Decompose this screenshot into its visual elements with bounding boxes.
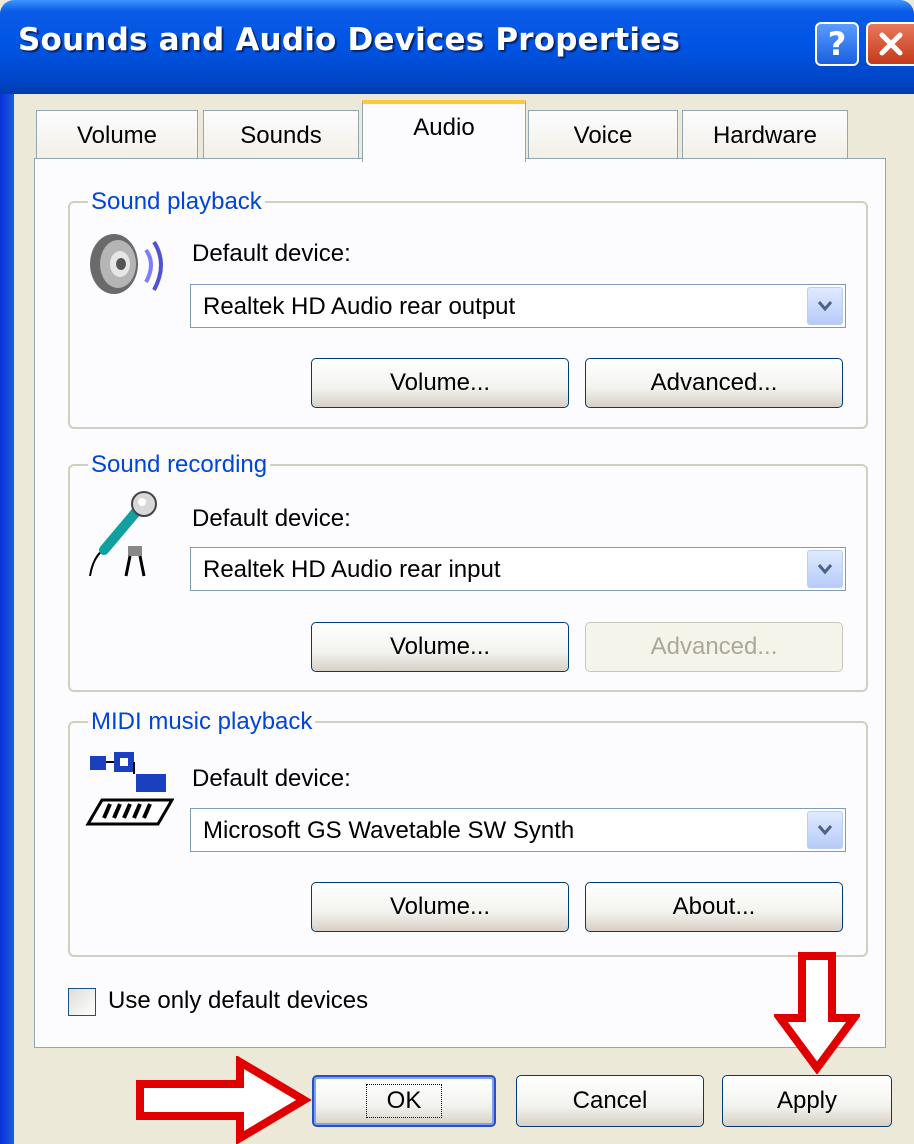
red-arrow-right-icon [136,1056,312,1144]
window-frame-left [0,94,14,1144]
playback-device-value: Realtek HD Audio rear output [203,293,516,320]
chevron-down-icon[interactable] [807,550,843,588]
recording-device-value: Realtek HD Audio rear input [203,556,501,583]
playback-device-label: Default device: [192,240,351,267]
chevron-down-icon[interactable] [807,287,843,325]
close-button[interactable] [866,22,914,66]
recording-advanced-button: Advanced... [585,622,843,672]
tab-sounds[interactable]: Sounds [203,110,359,160]
ok-button-label: OK [365,1084,443,1118]
playback-volume-button[interactable]: Volume... [311,358,569,408]
use-default-devices-label[interactable]: Use only default devices [108,987,368,1015]
midi-volume-button[interactable]: Volume... [311,882,569,932]
apply-button[interactable]: Apply [722,1075,892,1127]
sound-playback-legend: Sound playback [88,188,265,216]
tab-audio[interactable]: Audio [362,100,526,162]
midi-device-value: Microsoft GS Wavetable SW Synth [203,817,575,844]
microphone-icon [89,491,157,577]
window-title: Sounds and Audio Devices Properties [18,22,681,58]
playback-device-select[interactable]: Realtek HD Audio rear output [190,284,846,328]
title-bar: Sounds and Audio Devices Properties ? [0,0,914,94]
use-default-devices-checkbox[interactable] [68,988,96,1016]
tab-hardware[interactable]: Hardware [682,110,848,160]
midi-device-select[interactable]: Microsoft GS Wavetable SW Synth [190,808,846,852]
tab-voice[interactable]: Voice [528,110,678,160]
tab-volume[interactable]: Volume [36,110,198,160]
red-arrow-down-icon [774,952,860,1074]
speaker-icon [90,234,163,294]
midi-playback-legend: MIDI music playback [88,708,316,736]
midi-about-button[interactable]: About... [585,882,843,932]
recording-device-label: Default device: [192,505,351,532]
cancel-button[interactable]: Cancel [516,1075,704,1127]
midi-device-label: Default device: [192,765,351,792]
recording-volume-button[interactable]: Volume... [311,622,569,672]
sound-recording-legend: Sound recording [88,451,271,479]
ok-button[interactable]: OK [312,1075,496,1127]
recording-device-select[interactable]: Realtek HD Audio rear input [190,547,846,591]
close-icon [879,32,903,56]
help-button[interactable]: ? [815,22,859,66]
midi-keyboard-icon [85,752,174,826]
question-mark-icon: ? [827,25,847,63]
playback-advanced-button[interactable]: Advanced... [585,358,843,408]
chevron-down-icon[interactable] [807,811,843,849]
